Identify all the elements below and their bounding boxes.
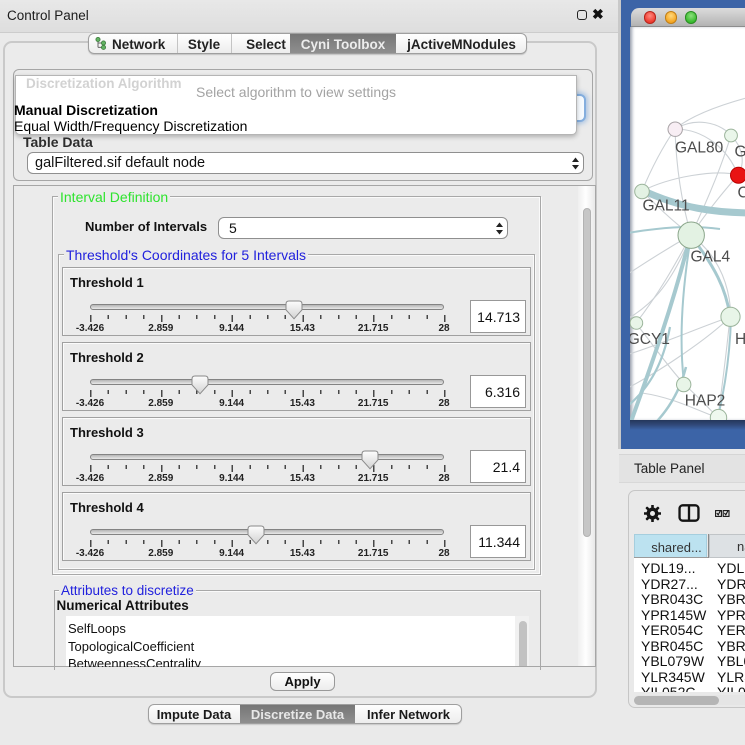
svg-text:H: H: [735, 331, 745, 348]
svg-text:GAL80: GAL80: [675, 140, 724, 157]
svg-text:GAL4: GAL4: [691, 249, 731, 266]
svg-text:GAL11: GAL11: [643, 198, 690, 215]
svg-text:GA: GA: [735, 144, 745, 161]
svg-text:HAP2: HAP2: [685, 393, 726, 410]
svg-text:GCY1: GCY1: [630, 331, 670, 348]
svg-text:C: C: [738, 185, 745, 202]
